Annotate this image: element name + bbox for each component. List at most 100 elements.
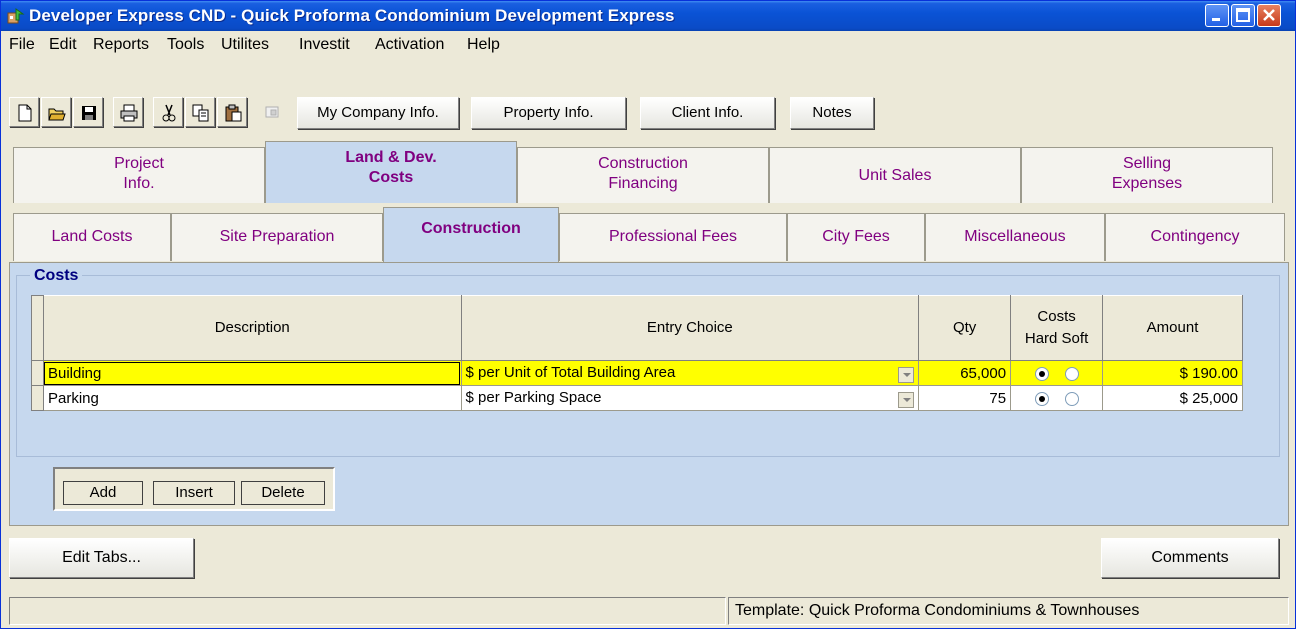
app-icon <box>7 8 25 24</box>
entry-choice-cell[interactable]: $ per Unit of Total Building Area <box>460 360 920 386</box>
dropdown-arrow-icon[interactable] <box>898 366 915 383</box>
amount-cell[interactable]: $ 25,000 <box>1102 385 1243 411</box>
qty-cell[interactable]: 75 <box>918 385 1012 411</box>
menu-investit[interactable]: Investit <box>299 36 350 54</box>
sub-tabs: Land Costs Site Preparation Construction… <box>9 207 1289 263</box>
notes-button[interactable]: Notes <box>790 97 874 129</box>
tab-unit-sales[interactable]: Unit Sales <box>769 147 1021 203</box>
subtab-land-costs[interactable]: Land Costs <box>13 213 171 261</box>
tab-label-line2: Expenses <box>1111 175 1183 192</box>
table-header-row: Description Entry Choice Qty Costs Hard … <box>31 295 1243 361</box>
open-button[interactable] <box>41 97 71 127</box>
minimize-button[interactable] <box>1205 4 1229 27</box>
tab-label-line2: Costs <box>368 169 414 186</box>
row-header-corner <box>31 295 44 361</box>
tab-label-line2: Info. <box>123 175 155 192</box>
subtab-construction[interactable]: Construction <box>383 207 559 263</box>
tab-project-info[interactable]: Project Info. <box>13 147 265 203</box>
menu-edit[interactable]: Edit <box>49 36 77 54</box>
description-cell[interactable]: Parking <box>42 385 462 411</box>
row-header[interactable] <box>31 385 44 411</box>
print-icon <box>120 104 138 122</box>
tab-selling-expenses[interactable]: Selling Expenses <box>1021 147 1273 203</box>
col-qty[interactable]: Qty <box>918 295 1012 361</box>
hard-radio[interactable] <box>1034 366 1049 381</box>
amount-cell[interactable]: $ 190.00 <box>1102 360 1243 386</box>
hard-radio[interactable] <box>1034 391 1049 406</box>
app-window: Developer Express CND - Quick Proforma C… <box>0 0 1296 629</box>
soft-radio[interactable] <box>1064 366 1079 381</box>
property-info-button[interactable]: Property Info. <box>471 97 626 129</box>
col-entry-choice[interactable]: Entry Choice <box>460 295 920 361</box>
edit-tabs-button[interactable]: Edit Tabs... <box>9 538 194 578</box>
paste-icon <box>225 104 242 122</box>
costs-group-title: Costs <box>30 267 83 285</box>
main-tabs: Project Info. Land & Dev. Costs Construc… <box>9 141 1289 205</box>
delete-button[interactable]: Delete <box>241 481 325 505</box>
add-button[interactable]: Add <box>63 481 143 505</box>
col-description[interactable]: Description <box>42 295 462 361</box>
tab-label-line1: Unit Sales <box>858 167 932 184</box>
maximize-button[interactable] <box>1231 4 1255 27</box>
hard-soft-cell <box>1010 360 1104 386</box>
qty-cell[interactable]: 65,000 <box>918 360 1012 386</box>
tab-label-line1: Selling <box>1122 155 1172 172</box>
cut-icon <box>162 104 176 122</box>
title-bar[interactable]: Developer Express CND - Quick Proforma C… <box>1 1 1295 31</box>
paste-button[interactable] <box>217 97 247 127</box>
table-row[interactable]: Building $ per Unit of Total Building Ar… <box>31 360 1243 386</box>
row-header[interactable] <box>31 360 44 386</box>
maximize-icon <box>1236 8 1250 22</box>
client-info-button[interactable]: Client Info. <box>640 97 775 129</box>
new-file-icon <box>18 104 32 122</box>
open-folder-icon <box>48 108 66 121</box>
menu-utilites[interactable]: Utilites <box>221 36 269 54</box>
soft-radio[interactable] <box>1064 391 1079 406</box>
menu-bar: File Edit Reports Tools Utilites Investi… <box>1 31 1295 59</box>
costs-table: Description Entry Choice Qty Costs Hard … <box>31 295 1243 411</box>
hard-soft-cell <box>1010 385 1104 411</box>
entry-choice-cell[interactable]: $ per Parking Space <box>460 385 920 411</box>
menu-help[interactable]: Help <box>467 36 500 54</box>
tab-label-line1: Construction <box>598 155 688 172</box>
subtab-miscellaneous[interactable]: Miscellaneous <box>925 213 1105 261</box>
menu-file[interactable]: File <box>9 36 35 54</box>
my-company-info-button[interactable]: My Company Info. <box>297 97 459 129</box>
tab-construction-financing[interactable]: Construction Financing <box>517 147 769 203</box>
copy-button[interactable] <box>185 97 215 127</box>
tab-label-line2: Financing <box>608 175 678 192</box>
tab-label-line1: Land & Dev. <box>345 149 437 166</box>
col-amount[interactable]: Amount <box>1102 295 1243 361</box>
new-button[interactable] <box>9 97 39 127</box>
disabled-icon <box>265 106 279 118</box>
status-bar: Template: Quick Proforma Condominiums & … <box>9 597 1289 625</box>
save-button[interactable] <box>73 97 103 127</box>
col-costs-line2: Hard Soft <box>1024 330 1089 347</box>
subtab-professional-fees[interactable]: Professional Fees <box>559 213 787 261</box>
description-cell[interactable]: Building <box>42 360 462 386</box>
print-button[interactable] <box>113 97 143 127</box>
col-costs-line1: Costs <box>1037 308 1076 325</box>
dropdown-arrow-icon[interactable] <box>898 391 915 408</box>
entry-choice-value: $ per Parking Space <box>465 388 602 406</box>
status-template: Template: Quick Proforma Condominiums & … <box>728 597 1289 625</box>
cut-button[interactable] <box>153 97 183 127</box>
minimize-icon <box>1212 18 1220 21</box>
window-title: Developer Express CND - Quick Proforma C… <box>29 6 675 25</box>
insert-button[interactable]: Insert <box>153 481 235 505</box>
tab-label-line1: Project <box>114 155 164 172</box>
subtab-city-fees[interactable]: City Fees <box>787 213 925 261</box>
tab-land-dev-costs[interactable]: Land & Dev. Costs <box>265 141 517 203</box>
menu-activation[interactable]: Activation <box>375 36 444 54</box>
close-icon <box>1263 9 1275 21</box>
toolbar: My Company Info. Property Info. Client I… <box>1 59 1295 139</box>
table-row[interactable]: Parking $ per Parking Space 75 $ 25,000 <box>31 385 1243 411</box>
save-icon <box>82 106 96 120</box>
subtab-site-preparation[interactable]: Site Preparation <box>171 213 383 261</box>
menu-reports[interactable]: Reports <box>93 36 149 54</box>
menu-tools[interactable]: Tools <box>167 36 204 54</box>
comments-button[interactable]: Comments <box>1101 538 1279 578</box>
subtab-contingency[interactable]: Contingency <box>1105 213 1285 261</box>
close-button[interactable] <box>1257 4 1281 27</box>
col-costs[interactable]: Costs Hard Soft <box>1010 295 1104 361</box>
